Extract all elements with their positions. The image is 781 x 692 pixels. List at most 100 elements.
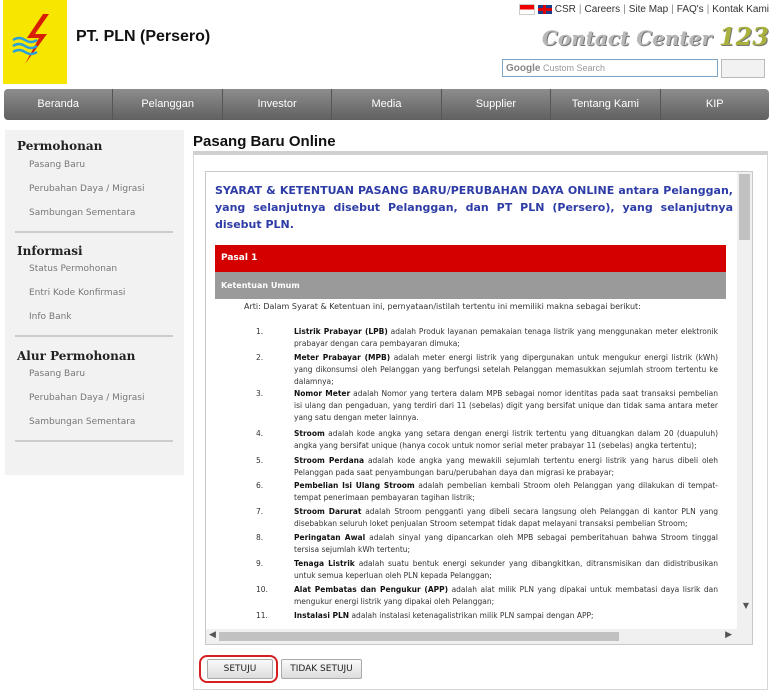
- link-careers[interactable]: Careers: [585, 4, 621, 15]
- contact-center-logo: Contact Center 123: [542, 22, 769, 51]
- arti-text: Arti: Dalam Syarat & Ketentuan ini, pern…: [244, 302, 641, 311]
- definition-item: 9. Tenaga Listrik adalah suatu bentuk ene…: [256, 558, 718, 582]
- definition-term: Tenaga Listrik: [294, 559, 355, 568]
- vertical-scroll-thumb[interactable]: [739, 174, 750, 240]
- sidebar-item-sambungan-sementara[interactable]: Sambungan Sementara: [29, 208, 135, 218]
- contact-center-number: 123: [718, 22, 769, 51]
- divider: |: [671, 4, 674, 15]
- definition-term: Stroom: [294, 429, 325, 438]
- divider: |: [623, 4, 626, 15]
- scroll-left-arrow-icon[interactable]: ◀: [209, 630, 216, 640]
- definition-item: 1. Listrik Prabayar (LPB) adalah Produk l…: [256, 326, 718, 350]
- section-header: Ketentuan Umum: [215, 272, 726, 299]
- google-logo: Google: [506, 63, 541, 74]
- indonesia-flag-icon[interactable]: [518, 4, 535, 15]
- nav-media[interactable]: Media: [332, 89, 442, 120]
- sidebar-item-entri-kode[interactable]: Entri Kode Konfirmasi: [29, 288, 125, 298]
- link-csr[interactable]: CSR: [555, 4, 576, 15]
- definition-term: Listrik Prabayar (LPB): [294, 327, 388, 336]
- definition-number: 10.: [256, 585, 268, 594]
- scroll-right-arrow-icon[interactable]: ▶: [725, 630, 732, 640]
- terms-intro: SYARAT & KETENTUAN PASANG BARU/PERUBAHAN…: [215, 184, 733, 231]
- definition-text: Alat Pembatas dan Pengukur (APP) adalah …: [294, 584, 718, 608]
- link-kontak-kami[interactable]: Kontak Kami: [712, 4, 769, 15]
- agree-button[interactable]: SETUJU: [207, 659, 273, 679]
- sidebar: Permohonan Pasang Baru Perubahan Daya / …: [5, 130, 184, 475]
- disagree-button[interactable]: TIDAK SETUJU: [281, 659, 362, 679]
- sidebar-item-pasang-baru[interactable]: Pasang Baru: [29, 160, 85, 170]
- definition-text: Pembelian Isi Ulang Stroom adalah pembel…: [294, 480, 718, 504]
- definition-item: 4. Stroom adalah kode angka yang setara d…: [256, 428, 718, 452]
- sidebar-item-perubahan-daya[interactable]: Perubahan Daya / Migrasi: [29, 184, 144, 194]
- definition-number: 5.: [256, 456, 264, 465]
- definition-number: 3.: [256, 389, 264, 398]
- link-site-map[interactable]: Site Map: [629, 4, 668, 15]
- definition-term: Stroom Perdana: [294, 456, 365, 465]
- definition-item: 7. Stroom Darurat adalah Stroom pengganti…: [256, 506, 718, 530]
- definition-term: Instalasi PLN: [294, 611, 350, 620]
- scroll-down-arrow-icon[interactable]: ▼: [743, 601, 749, 610]
- definition-text: Instalasi PLN adalah instalasi ketenagal…: [294, 610, 718, 622]
- nav-tentang-kami[interactable]: Tentang Kami: [551, 89, 661, 120]
- definition-item: 6. Pembelian Isi Ulang Stroom adalah pemb…: [256, 480, 718, 504]
- definition-item: 3. Nomor Meter adalah Nomor yang tertera …: [256, 388, 718, 424]
- definition-number: 9.: [256, 559, 264, 568]
- sidebar-divider: [15, 335, 173, 337]
- definition-term: Nomor Meter: [294, 389, 351, 398]
- definition-item: 10. Alat Pembatas dan Pengukur (APP) adal…: [256, 584, 718, 608]
- pln-logo[interactable]: [3, 0, 67, 84]
- definition-text: Meter Prabayar (MPB) adalah meter energi…: [294, 352, 718, 388]
- definition-body: adalah kode angka yang setara dengan ene…: [294, 429, 718, 450]
- definition-text: Listrik Prabayar (LPB) adalah Produk lay…: [294, 326, 718, 350]
- terms-scroll-box[interactable]: SYARAT & KETENTUAN PASANG BARU/PERUBAHAN…: [205, 171, 753, 645]
- definition-term: Alat Pembatas dan Pengukur (APP): [294, 585, 449, 594]
- definition-text: Stroom adalah kode angka yang setara den…: [294, 428, 718, 452]
- nav-kip[interactable]: KIP: [661, 89, 769, 120]
- divider: |: [578, 4, 582, 15]
- definition-body: adalah instalasi ketenagalistrikan milik…: [349, 611, 594, 620]
- nav-investor[interactable]: Investor: [223, 89, 333, 120]
- definition-term: Stroom Darurat: [294, 507, 362, 516]
- pasal-header: Pasal 1: [215, 245, 726, 272]
- definition-number: 11.: [256, 611, 268, 620]
- contact-center-text: Contact Center: [541, 26, 712, 50]
- nav-supplier[interactable]: Supplier: [442, 89, 552, 120]
- sidebar-item-alur-pasang-baru[interactable]: Pasang Baru: [29, 369, 85, 379]
- definition-number: 8.: [256, 533, 264, 542]
- definition-term: Pembelian Isi Ulang Stroom: [294, 481, 415, 490]
- search-placeholder: Custom Search: [542, 63, 605, 73]
- sidebar-item-info-bank[interactable]: Info Bank: [29, 312, 72, 322]
- top-links: CSR | Careers | Site Map | FAQ's | Konta…: [518, 4, 769, 15]
- definition-number: 7.: [256, 507, 264, 516]
- uk-flag-icon[interactable]: [537, 5, 552, 14]
- sidebar-divider: [15, 440, 173, 442]
- horizontal-scroll-thumb[interactable]: [219, 632, 619, 641]
- definition-item: 11. Instalasi PLN adalah instalasi ketena…: [256, 610, 718, 622]
- definition-text: Peringatan Awal adalah sinyal yang dipan…: [294, 532, 718, 556]
- sidebar-item-alur-sambungan[interactable]: Sambungan Sementara: [29, 417, 135, 427]
- horizontal-scrollbar[interactable]: ◀ ▶: [206, 629, 752, 644]
- sidebar-item-alur-perubahan-daya[interactable]: Perubahan Daya / Migrasi: [29, 393, 144, 403]
- definition-body: adalah suatu bentuk energi sekunder yang…: [294, 559, 719, 580]
- definition-number: 4.: [256, 429, 264, 438]
- search-button[interactable]: [721, 59, 765, 78]
- link-faqs[interactable]: FAQ's: [677, 4, 704, 15]
- page-title: Pasang Baru Online: [193, 133, 336, 150]
- definition-text: Tenaga Listrik adalah suatu bentuk energ…: [294, 558, 718, 582]
- definition-text: Stroom Perdana adalah kode angka yang me…: [294, 455, 718, 479]
- nav-beranda[interactable]: Beranda: [4, 89, 114, 120]
- definition-number: 6.: [256, 481, 264, 490]
- definition-text: Nomor Meter adalah Nomor yang tertera da…: [294, 388, 718, 424]
- sidebar-divider: [15, 231, 173, 233]
- sidebar-heading-permohonan: Permohonan: [17, 139, 103, 153]
- divider: |: [706, 4, 710, 15]
- sidebar-heading-alur: Alur Permohonan: [17, 349, 136, 363]
- sidebar-heading-informasi: Informasi: [17, 244, 83, 258]
- sidebar-item-status-permohonan[interactable]: Status Permohonan: [29, 264, 117, 274]
- nav-pelanggan[interactable]: Pelanggan: [113, 89, 223, 120]
- vertical-scrollbar[interactable]: ▼: [737, 172, 752, 630]
- search-input[interactable]: Google Custom Search: [502, 59, 718, 77]
- definition-item: 2. Meter Prabayar (MPB) adalah meter ener…: [256, 352, 718, 388]
- definition-item: 5. Stroom Perdana adalah kode angka yang …: [256, 455, 718, 479]
- definition-term: Meter Prabayar (MPB): [294, 353, 391, 362]
